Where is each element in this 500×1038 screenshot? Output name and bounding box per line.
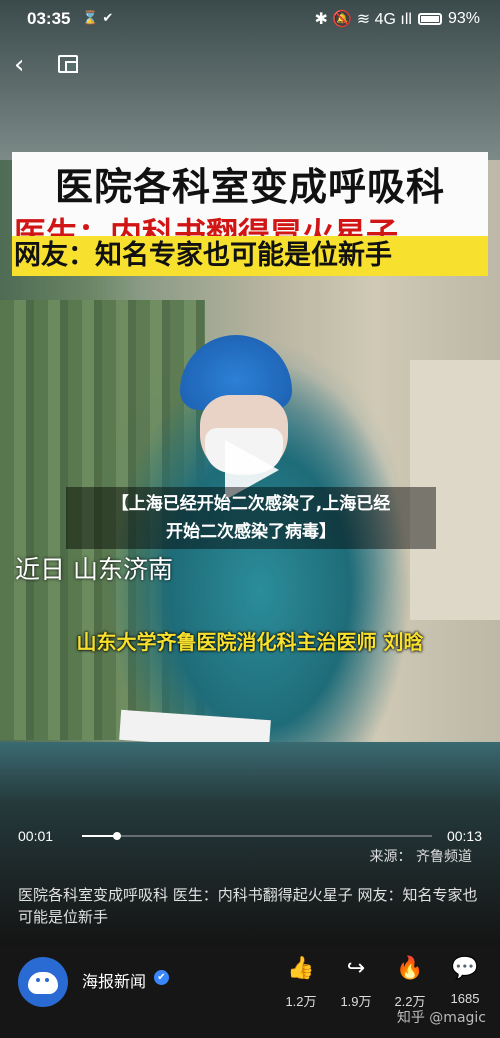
status-bar: 03:35 ⌛ ✔ ✱ 🔕 ≋ 4G ıll 93% [0, 0, 500, 38]
banner-line-3: 网友：知名专家也可能是位新手 [12, 236, 488, 276]
avatar[interactable] [18, 957, 68, 1007]
watermark: 知乎 @magic [396, 1010, 486, 1026]
progress-thumb[interactable] [113, 832, 121, 840]
comment-icon: 💬 [451, 956, 479, 981]
seal-logo-icon [28, 972, 58, 994]
like-button[interactable]: 👍 1.2万 [276, 955, 326, 1010]
status-left-icons: ⌛ ✔ [82, 11, 114, 26]
comment-button[interactable]: 💬 1685 [440, 955, 490, 1006]
duration: 00:13 [446, 828, 482, 844]
share-button[interactable]: ↪ 1.9万 [331, 955, 381, 1010]
thumbs-up-icon: 👍 [287, 956, 315, 981]
battery-icon [417, 13, 442, 25]
current-time: 00:01 [18, 828, 54, 844]
battery-percent: 93% [447, 10, 480, 27]
video-description[interactable]: 医院各科室变成呼吸科 医生：内科书翻得起火星子 网友：知名专家也可能是位新手 [18, 884, 488, 928]
progress-fill [82, 835, 117, 837]
headline-line-2: 开始二次感染了病毒】 [166, 522, 336, 542]
comment-count: 1685 [450, 991, 480, 1006]
banner-line-1: 医院各科室变成呼吸科 [54, 165, 445, 209]
account-name[interactable]: 海报新闻 [82, 968, 146, 992]
status-time: 03:35 [27, 9, 71, 28]
location-subtitle: 近日 山东济南 [15, 555, 173, 584]
video-headline: 【上海已经开始二次感染了,上海已经 开始二次感染了病毒】 [66, 487, 436, 549]
share-icon: ↪ [346, 956, 366, 981]
video-source: 来源： 齐鲁频道 [369, 849, 472, 865]
progress-track[interactable] [82, 832, 432, 840]
verified-icon: ✔ [154, 970, 169, 985]
speaker-caption: 山东大学齐鲁医院消化科主治医师 刘晗 [76, 630, 424, 654]
share-count: 1.9万 [340, 994, 372, 1009]
signal-icons: ✱ 🔕 ≋ 4G ıll [314, 11, 412, 28]
flame-icon: 🔥 [396, 956, 424, 981]
status-right-icons: ✱ 🔕 ≋ 4G ıll 93% [315, 9, 480, 29]
back-icon[interactable]: ‹ [14, 52, 34, 78]
like-count: 1.2万 [285, 994, 317, 1009]
picture-in-picture-icon[interactable] [58, 55, 78, 73]
hot-button[interactable]: 🔥 2.2万 [385, 955, 435, 1010]
headline-line-1: 【上海已经开始二次感染了,上海已经 [111, 494, 391, 514]
